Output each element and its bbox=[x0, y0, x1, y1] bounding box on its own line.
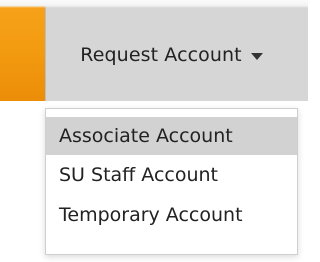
menu-item-label: Associate Account bbox=[59, 125, 233, 147]
request-account-widget: Request Account Associate Account SU Sta… bbox=[0, 0, 308, 262]
dropdown-label: Request Account bbox=[80, 43, 242, 66]
caret-down-icon bbox=[250, 52, 263, 60]
request-account-dropdown-toggle[interactable]: Request Account bbox=[45, 0, 308, 101]
dropdown-menu: Associate Account SU Staff Account Tempo… bbox=[45, 108, 298, 255]
menu-item-associate-account[interactable]: Associate Account bbox=[46, 117, 297, 155]
menu-item-temporary-account[interactable]: Temporary Account bbox=[46, 195, 297, 235]
menu-item-su-staff-account[interactable]: SU Staff Account bbox=[46, 155, 297, 195]
menu-item-label: Temporary Account bbox=[59, 204, 243, 226]
accent-strip bbox=[0, 0, 45, 101]
menu-item-label: SU Staff Account bbox=[59, 164, 219, 186]
